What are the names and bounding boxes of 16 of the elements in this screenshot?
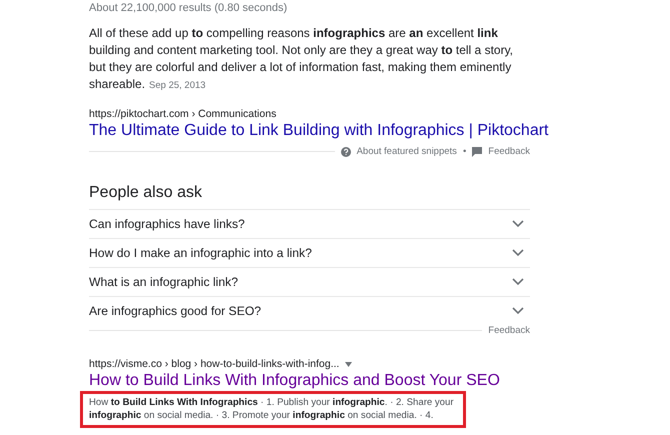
result-snippet: How to Build Links With Infographics · 1. Publish your infographic. · 2. Share your infographic on social media. · 3. Promote your infographic on social media. · 4. xyxy=(89,397,454,421)
question-row[interactable]: How do I make an infographic into a link? xyxy=(89,238,530,267)
result-url: https://visme.co › blog › how-to-build-links-with-infog... xyxy=(89,358,530,371)
question-row[interactable]: Can infographics have links? xyxy=(89,209,530,238)
feedback-link[interactable]: Feedback xyxy=(488,325,530,336)
feedback-link[interactable]: Feedback xyxy=(488,146,530,157)
about-snippets-link[interactable]: About featured snippets xyxy=(356,146,457,157)
question-row[interactable]: Are infographics good for SEO? xyxy=(89,296,530,325)
result-stats: About 22,100,000 results (0.80 seconds) xyxy=(89,1,288,15)
result-url: https://piktochart.com › Communications xyxy=(89,108,278,121)
result-title-link[interactable]: How to Build Links With Infographics and Boost Your SEO xyxy=(89,371,500,391)
separator-dot: • xyxy=(462,146,466,157)
snippet-text: All of these add up to compelling reasons infographics are an excellent link building and content marketing tool. Not only are they a great way to tell a story, but they are colorful and deliver a lot of information fast, making them eminently shareable. Sep 25, 2013 xyxy=(89,25,514,93)
result-title-link[interactable]: The Ultimate Guide to Link Building with Infographics | Piktochart xyxy=(89,121,548,141)
section-heading: People also ask xyxy=(89,183,203,203)
question-row[interactable]: What is an infographic link? xyxy=(89,267,530,296)
